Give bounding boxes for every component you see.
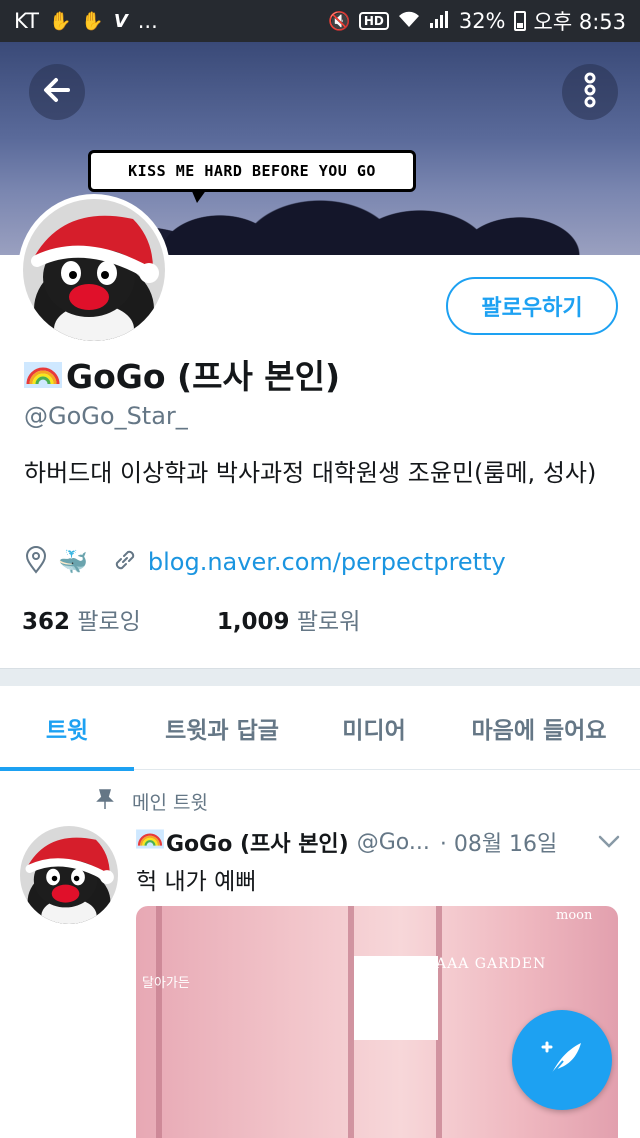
status-bar: KT ✋ ✋ V ... 🔇 HD 32% 오후 8:53 xyxy=(0,0,640,42)
more-vertical-icon xyxy=(580,72,600,112)
photo-store-sign: AAA GARDEN xyxy=(436,956,547,972)
battery-icon xyxy=(513,11,526,31)
compose-tweet-icon xyxy=(537,1033,587,1087)
link-icon xyxy=(112,547,138,577)
photo-store-sign-2: moon xyxy=(556,908,593,923)
tab-tweets-and-replies[interactable]: 트윗과 답글 xyxy=(134,686,310,770)
compose-tweet-button[interactable] xyxy=(512,1010,612,1110)
pin-icon xyxy=(96,788,114,815)
more-options-button[interactable] xyxy=(562,64,618,120)
following-number: 362 xyxy=(22,609,71,635)
profile-meta: 🐳 blog.naver.com/perpectpretty xyxy=(24,545,506,579)
tweet-author-name[interactable]: GoGo (프사 본인) xyxy=(136,826,349,858)
follow-counts: 362 팔로잉 1,009 팔로워 xyxy=(22,602,360,636)
tab-likes[interactable]: 마음에 들어요 xyxy=(438,686,640,770)
tweet-author-handle: @Go... xyxy=(356,829,430,855)
mute-icon: 🔇 xyxy=(328,10,351,32)
pinned-label: 메인 트윗 xyxy=(132,792,208,814)
profile-tabs: 트윗 트윗과 답글 미디어 마음에 들어요 xyxy=(0,686,640,771)
follow-button[interactable]: 팔로우하기 xyxy=(446,277,618,335)
location-pin-icon xyxy=(24,546,48,578)
banner-speech-bubble: KISS ME HARD BEFORE YOU GO xyxy=(88,150,416,203)
tweet-options-button[interactable] xyxy=(598,834,620,853)
followers-label: 팔로워 xyxy=(296,609,361,635)
notification-app-icon: V xyxy=(113,10,128,32)
rainbow-icon xyxy=(136,828,164,856)
profile-name-text: GoGo (프사 본인) xyxy=(66,357,341,396)
pingu-santa-avatar-image xyxy=(23,199,165,341)
tab-media[interactable]: 미디어 xyxy=(310,686,438,770)
notification-hand-icon: ✋ xyxy=(48,10,72,32)
signal-icon xyxy=(429,9,451,34)
profile-website-link[interactable]: blog.naver.com/perpectpretty xyxy=(148,548,506,576)
followers-count[interactable]: 1,009 팔로워 xyxy=(217,602,361,636)
more-notifications-label: ... xyxy=(137,9,158,33)
chevron-down-icon xyxy=(598,834,620,853)
tweet-text: 헉 내가 예뻐 xyxy=(136,869,257,895)
tweet-author-avatar[interactable] xyxy=(20,826,118,924)
rainbow-icon xyxy=(24,359,62,389)
tweet-author-name-text: GoGo (프사 본인) xyxy=(166,832,349,857)
back-button[interactable] xyxy=(29,64,85,120)
profile-avatar[interactable] xyxy=(18,194,170,346)
followers-number: 1,009 xyxy=(216,609,290,635)
notification-hand-icon-2: ✋ xyxy=(81,10,104,32)
photo-store-sign-3: 달아가든 xyxy=(142,976,190,991)
section-divider xyxy=(0,668,640,686)
following-label: 팔로잉 xyxy=(77,609,141,635)
tweet-date: · 08월 16일 xyxy=(439,832,558,857)
battery-percent: 32% xyxy=(458,9,506,33)
photo-redacted-area xyxy=(354,956,438,1040)
profile-handle: @GoGo_Star_ xyxy=(24,402,188,430)
profile-name: GoGo (프사 본인) xyxy=(24,350,340,398)
photo-window-frame xyxy=(156,906,162,1138)
profile-bio: 하버드대 이상학과 박사과정 대학원생 조윤민(룸메, 성사) xyxy=(24,459,597,487)
location-text: 🐳 xyxy=(58,548,88,576)
clock: 오후 8:53 xyxy=(533,10,626,34)
tweet-header: GoGo (프사 본인) @Go... · 08월 16일 xyxy=(136,826,606,858)
wifi-icon xyxy=(397,9,421,34)
arrow-left-icon xyxy=(40,73,74,111)
carrier-label: KT xyxy=(14,9,39,33)
tab-tweets[interactable]: 트윗 xyxy=(0,686,134,771)
hd-badge: HD xyxy=(358,12,389,30)
following-count[interactable]: 362 팔로잉 xyxy=(22,602,141,636)
pinned-indicator: 메인 트윗 xyxy=(96,788,208,815)
